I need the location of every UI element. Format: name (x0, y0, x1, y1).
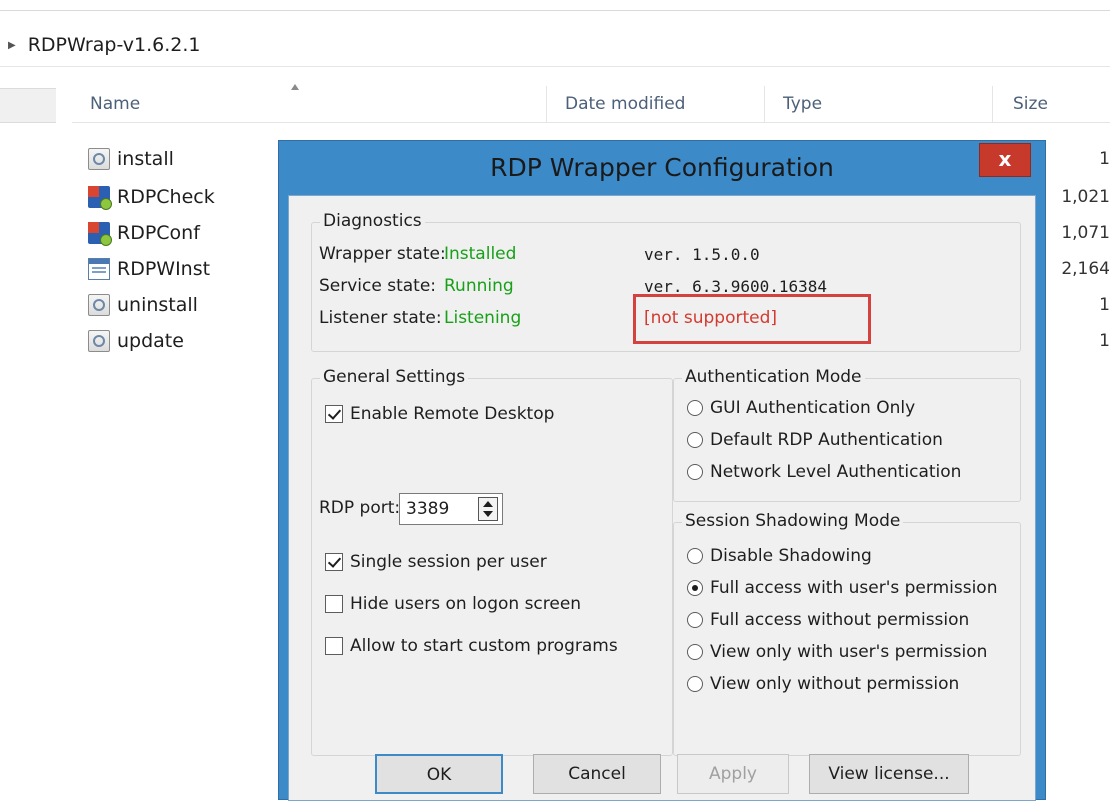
address-divider (0, 66, 1110, 67)
dialog-title[interactable]: RDP Wrapper Configuration (279, 141, 1045, 195)
enable-remote-desktop-checkbox[interactable]: Enable Remote Desktop (325, 404, 554, 424)
auth-default-rdp-radio[interactable]: Default RDP Authentication (687, 430, 943, 450)
rdp-port-label: RDP port: (319, 498, 401, 518)
wrapper-state-label: Wrapper state: (319, 244, 446, 264)
radio-label: Default RDP Authentication (710, 430, 943, 450)
file-name: uninstall (117, 294, 198, 316)
file-size: 1 (1099, 295, 1110, 315)
app-icon (88, 222, 112, 246)
radio-unselected-icon[interactable] (687, 548, 703, 564)
rdp-wrapper-dialog: RDP Wrapper Configuration x Diagnostics … (278, 140, 1046, 801)
shadow-view-without-permission-radio[interactable]: View only without permission (687, 674, 959, 694)
wrapper-version: ver. 1.5.0.0 (644, 245, 760, 264)
file-name: RDPConf (117, 222, 200, 244)
radio-label: Disable Shadowing (710, 546, 872, 566)
port-spinner[interactable] (478, 497, 498, 521)
checkbox-label: Enable Remote Desktop (350, 404, 555, 424)
radio-unselected-icon[interactable] (687, 644, 703, 660)
view-license-button[interactable]: View license... (809, 754, 969, 794)
listener-state-label: Listener state: (319, 308, 442, 328)
top-divider (0, 10, 1110, 11)
dialog-client-area: Diagnostics Wrapper state: Installed ver… (288, 195, 1036, 801)
single-session-checkbox[interactable]: Single session per user (325, 552, 547, 572)
authentication-mode-legend: Authentication Mode (682, 367, 865, 387)
radio-label: Full access without permission (710, 610, 970, 630)
radio-unselected-icon[interactable] (687, 612, 703, 628)
file-name: install (117, 148, 174, 170)
radio-label: GUI Authentication Only (710, 398, 916, 418)
app-icon (88, 186, 112, 210)
navigation-pane-edge (0, 88, 56, 123)
checkbox-label: Single session per user (350, 552, 547, 572)
file-size: 2,164 (1061, 259, 1110, 279)
radio-unselected-icon[interactable] (687, 676, 703, 692)
list-item[interactable]: uninstall (88, 291, 198, 319)
list-item[interactable]: RDPCheck (88, 183, 215, 211)
rdp-port-value[interactable]: 3389 (406, 499, 449, 519)
radio-label: View only without permission (710, 674, 960, 694)
checkbox-unchecked-icon[interactable] (325, 595, 343, 613)
list-item[interactable]: update (88, 327, 184, 355)
file-size: 1,071 (1061, 223, 1110, 243)
auth-gui-only-radio[interactable]: GUI Authentication Only (687, 398, 915, 418)
file-size: 1 (1099, 331, 1110, 351)
breadcrumb-chevron-icon[interactable]: ▶ (8, 40, 16, 51)
highlight-annotation (633, 294, 871, 344)
radio-label: Full access with user's permission (710, 578, 998, 598)
window-app-icon (88, 258, 110, 280)
radio-unselected-icon[interactable] (687, 432, 703, 448)
script-icon (88, 294, 110, 316)
column-type[interactable]: Type (764, 86, 992, 122)
radio-label: Network Level Authentication (710, 462, 962, 482)
ok-button[interactable]: OK (375, 754, 503, 794)
shadow-view-with-permission-radio[interactable]: View only with user's permission (687, 642, 987, 662)
wrapper-state-value: Installed (444, 244, 517, 264)
rdp-port-input[interactable]: 3389 (399, 493, 503, 525)
breadcrumb[interactable]: ▶ RDPWrap-v1.6.2.1 (0, 32, 201, 58)
hide-users-checkbox[interactable]: Hide users on logon screen (325, 594, 581, 614)
listener-state-value: Listening (444, 308, 522, 328)
file-name: update (117, 330, 184, 352)
radio-unselected-icon[interactable] (687, 464, 703, 480)
general-settings-legend: General Settings (320, 367, 469, 387)
list-item[interactable]: install (88, 145, 174, 173)
breadcrumb-folder[interactable]: RDPWrap-v1.6.2.1 (28, 34, 201, 56)
radio-label: View only with user's permission (710, 642, 988, 662)
radio-selected-icon[interactable] (687, 580, 703, 596)
checkbox-checked-icon[interactable] (325, 553, 343, 571)
column-name[interactable]: Name (72, 86, 546, 122)
file-size: 1,021 (1061, 187, 1110, 207)
column-size[interactable]: Size (992, 86, 1110, 122)
column-header: Name Date modified Type Size (72, 86, 1110, 123)
service-state-value: Running (444, 276, 514, 296)
cancel-button[interactable]: Cancel (533, 754, 661, 794)
diagnostics-legend: Diagnostics (320, 211, 425, 231)
list-item[interactable]: RDPWInst (88, 255, 210, 283)
radio-unselected-icon[interactable] (687, 400, 703, 416)
shadow-disable-radio[interactable]: Disable Shadowing (687, 546, 872, 566)
service-state-label: Service state: (319, 276, 437, 296)
spin-up-icon[interactable] (483, 501, 493, 507)
file-size: 1 (1099, 149, 1110, 169)
spin-down-icon[interactable] (483, 511, 493, 517)
apply-button[interactable]: Apply (677, 754, 789, 794)
column-date-modified[interactable]: Date modified (546, 86, 764, 122)
file-name: RDPCheck (117, 186, 215, 208)
list-item[interactable]: RDPConf (88, 219, 200, 247)
close-button[interactable]: x (979, 143, 1031, 177)
shadow-full-with-permission-radio[interactable]: Full access with user's permission (687, 578, 997, 598)
shadow-full-without-permission-radio[interactable]: Full access without permission (687, 610, 969, 630)
script-icon (88, 148, 110, 170)
script-icon (88, 330, 110, 352)
checkbox-checked-icon[interactable] (325, 405, 343, 423)
checkbox-label: Hide users on logon screen (350, 594, 582, 614)
file-name: RDPWInst (117, 258, 211, 280)
checkbox-unchecked-icon[interactable] (325, 637, 343, 655)
auth-network-level-radio[interactable]: Network Level Authentication (687, 462, 961, 482)
session-shadowing-legend: Session Shadowing Mode (682, 511, 904, 531)
custom-programs-checkbox[interactable]: Allow to start custom programs (325, 636, 618, 656)
checkbox-label: Allow to start custom programs (350, 636, 618, 656)
